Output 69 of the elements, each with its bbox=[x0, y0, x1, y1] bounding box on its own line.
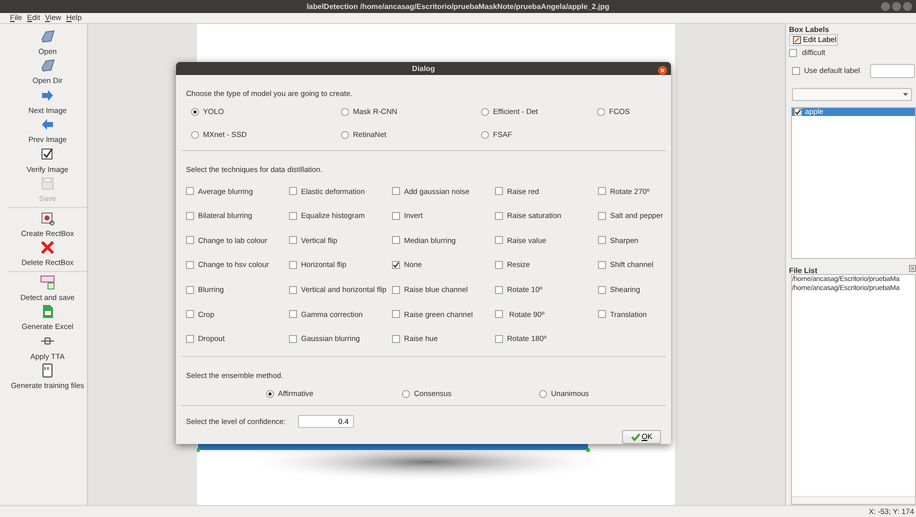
checkbox[interactable] bbox=[289, 286, 297, 294]
checkbox[interactable] bbox=[789, 49, 797, 57]
detection-icon bbox=[40, 274, 55, 290]
checkbox[interactable] bbox=[186, 334, 194, 343]
checkbox[interactable] bbox=[289, 187, 297, 196]
delete-icon bbox=[40, 240, 55, 256]
checkbox[interactable] bbox=[186, 236, 194, 244]
spreadsheet-icon bbox=[40, 304, 55, 320]
close-button[interactable] bbox=[903, 2, 912, 11]
document-icon bbox=[40, 363, 55, 378]
radio-button[interactable] bbox=[341, 130, 349, 139]
radio-button[interactable] bbox=[266, 390, 274, 398]
radio-button[interactable] bbox=[402, 390, 410, 398]
right-arrow-icon bbox=[40, 88, 55, 103]
edit-icon bbox=[793, 36, 801, 44]
caret-icon bbox=[903, 93, 908, 96]
radio-button[interactable] bbox=[539, 390, 547, 398]
checkbox[interactable] bbox=[289, 310, 297, 318]
checkbox[interactable] bbox=[598, 286, 606, 294]
checkbox[interactable] bbox=[392, 260, 400, 269]
undock-icon[interactable] bbox=[909, 265, 916, 272]
checkbox[interactable] bbox=[289, 334, 297, 343]
checkbox[interactable] bbox=[495, 187, 503, 196]
horizontal-scrollbar[interactable] bbox=[792, 496, 915, 504]
save-icon bbox=[40, 176, 55, 192]
checkbox[interactable] bbox=[495, 334, 503, 343]
checkbox[interactable] bbox=[186, 286, 194, 294]
checkbox[interactable] bbox=[495, 286, 503, 294]
checkbox[interactable] bbox=[186, 212, 194, 220]
checkbox[interactable] bbox=[598, 260, 606, 269]
checkbox[interactable] bbox=[186, 260, 194, 269]
checkbox[interactable] bbox=[792, 67, 800, 75]
checkbox[interactable] bbox=[392, 187, 400, 196]
checkbox[interactable] bbox=[289, 260, 297, 269]
checkbox[interactable] bbox=[392, 334, 400, 343]
radio-button[interactable] bbox=[341, 108, 349, 116]
checkbox[interactable] bbox=[794, 108, 802, 116]
checkbox[interactable] bbox=[392, 310, 400, 318]
checkbox[interactable] bbox=[186, 187, 194, 196]
radio-button[interactable] bbox=[191, 108, 199, 116]
checkbox[interactable] bbox=[598, 236, 606, 244]
maximize-button[interactable] bbox=[892, 2, 901, 11]
label-field[interactable] bbox=[870, 64, 915, 78]
checkbox[interactable] bbox=[392, 286, 400, 294]
minimize-button[interactable] bbox=[881, 2, 890, 11]
radio-button[interactable] bbox=[597, 108, 605, 116]
radio-button[interactable] bbox=[481, 130, 489, 139]
label-dropdown[interactable] bbox=[792, 88, 912, 101]
checkbox[interactable] bbox=[392, 236, 400, 244]
checkbox[interactable] bbox=[289, 236, 297, 244]
checkbox[interactable] bbox=[598, 187, 606, 196]
checkbox[interactable] bbox=[598, 212, 606, 220]
checkbox[interactable] bbox=[495, 212, 503, 220]
checkbox[interactable] bbox=[392, 212, 400, 220]
checkbox[interactable] bbox=[495, 310, 503, 318]
left-arrow-icon bbox=[40, 117, 55, 132]
rectangle-icon bbox=[40, 210, 55, 226]
checkbox[interactable] bbox=[289, 212, 297, 220]
checkbox[interactable] bbox=[495, 260, 503, 269]
check-icon bbox=[630, 433, 640, 441]
checkbox[interactable] bbox=[598, 310, 606, 318]
radio-button[interactable] bbox=[191, 130, 199, 139]
checkbox-icon bbox=[40, 146, 55, 162]
folder-icon bbox=[40, 28, 55, 44]
checkbox[interactable] bbox=[186, 310, 194, 318]
checkbox[interactable] bbox=[495, 236, 503, 244]
folder-icon bbox=[40, 58, 55, 74]
close-icon[interactable] bbox=[658, 66, 667, 75]
radio-button[interactable] bbox=[481, 108, 489, 116]
